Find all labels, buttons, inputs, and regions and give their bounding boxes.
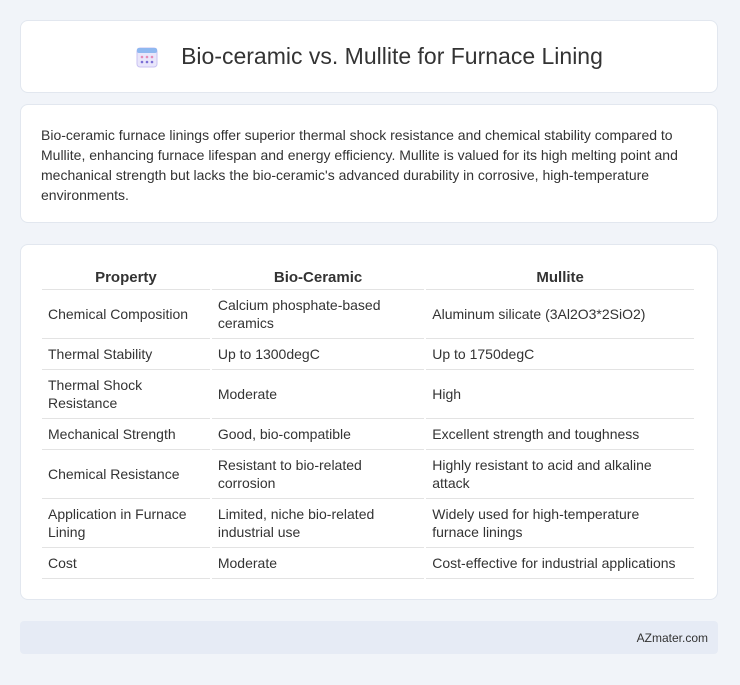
table-row: Mechanical Strength Good, bio-compatible… (42, 419, 694, 450)
table-cell: Excellent strength and toughness (426, 419, 694, 450)
table-cell: Aluminum silicate (3Al2O3*2SiO2) (426, 290, 694, 339)
table-cell: Highly resistant to acid and alkaline at… (426, 450, 694, 499)
table-row: Chemical Resistance Resistant to bio-rel… (42, 450, 694, 499)
table-cell: Widely used for high-temperature furnace… (426, 499, 694, 548)
intro-paragraph: Bio-ceramic furnace linings offer superi… (41, 127, 678, 203)
footer-bar: AZmater.com (20, 621, 718, 654)
comparison-table: Property Bio-Ceramic Mullite Chemical Co… (40, 265, 696, 579)
table-row: Thermal Stability Up to 1300degC Up to 1… (42, 339, 694, 370)
intro-card: Bio-ceramic furnace linings offer superi… (20, 104, 718, 223)
page-title: Bio-ceramic vs. Mullite for Furnace Lini… (181, 43, 603, 69)
footer-brand: AZmater.com (636, 630, 708, 645)
calendar-icon (135, 45, 159, 69)
table-cell: Cost (42, 548, 210, 579)
table-cell: Chemical Resistance (42, 450, 210, 499)
table-cell: Cost-effective for industrial applicatio… (426, 548, 694, 579)
table-cell: Application in Furnace Lining (42, 499, 210, 548)
table-row: Application in Furnace Lining Limited, n… (42, 499, 694, 548)
comparison-card: Property Bio-Ceramic Mullite Chemical Co… (20, 244, 718, 600)
header-mullite: Mullite (426, 265, 694, 290)
table-cell: High (426, 370, 694, 419)
table-header-row: Property Bio-Ceramic Mullite (42, 265, 694, 290)
table-cell: Resistant to bio-related corrosion (211, 450, 425, 499)
table-cell: Moderate (211, 548, 425, 579)
title-card: Bio-ceramic vs. Mullite for Furnace Lini… (20, 20, 718, 93)
table-row: Chemical Composition Calcium phosphate-b… (42, 290, 694, 339)
header-property: Property (42, 265, 210, 290)
table-cell: Mechanical Strength (42, 419, 210, 450)
table-cell: Thermal Shock Resistance (42, 370, 210, 419)
table-row: Thermal Shock Resistance Moderate High (42, 370, 694, 419)
table-cell: Calcium phosphate-based ceramics (211, 290, 425, 339)
table-row: Cost Moderate Cost-effective for industr… (42, 548, 694, 579)
table-cell: Chemical Composition (42, 290, 210, 339)
table-cell: Up to 1750degC (426, 339, 694, 370)
table-cell: Good, bio-compatible (211, 419, 425, 450)
table-cell: Moderate (211, 370, 425, 419)
header-bio-ceramic: Bio-Ceramic (211, 265, 425, 290)
table-cell: Up to 1300degC (211, 339, 425, 370)
table-cell: Thermal Stability (42, 339, 210, 370)
table-cell: Limited, niche bio-related industrial us… (211, 499, 425, 548)
